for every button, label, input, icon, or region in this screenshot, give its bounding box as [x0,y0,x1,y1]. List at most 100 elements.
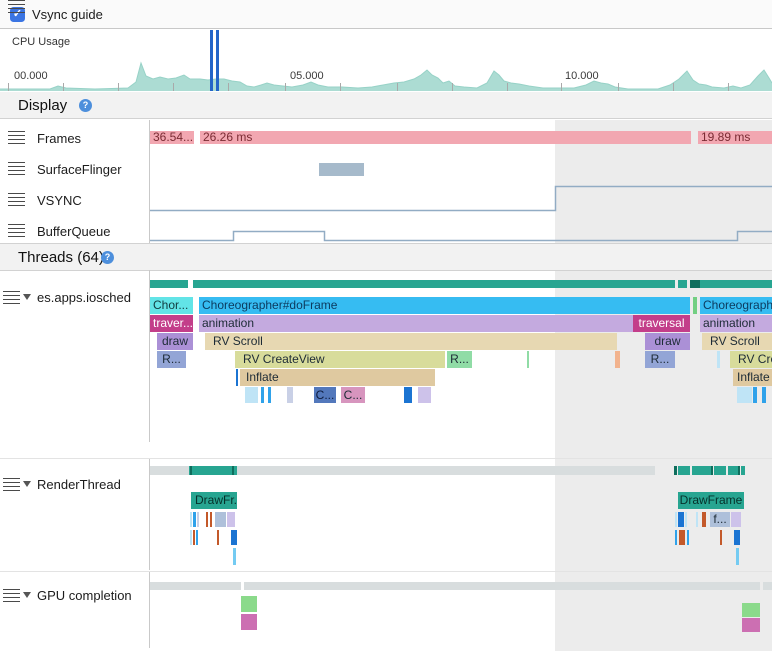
trace-bar[interactable]: Inflate [733,369,772,386]
thread-state-segment[interactable] [692,466,711,475]
thread-state-segment[interactable] [700,280,772,288]
frame-bar[interactable]: 26.26 ms [200,131,691,144]
trace-bar[interactable] [685,512,687,527]
trace-bar[interactable] [245,387,258,403]
frame-bar[interactable]: 19.89 ms [698,131,772,144]
trace-bar[interactable] [762,387,766,403]
trace-bar[interactable] [196,530,198,545]
trace-bar[interactable] [261,387,264,403]
trace-bar[interactable]: traver... [150,315,193,332]
trace-bar[interactable] [734,530,740,545]
trace-bar[interactable]: draw [157,333,193,350]
trace-bar[interactable] [702,512,706,527]
trace-bar[interactable]: DrawFrame [678,492,744,509]
thread-state-segment[interactable] [714,466,726,475]
trace-bar[interactable] [615,351,620,368]
trace-bar[interactable]: R... [645,351,675,368]
trace-bar[interactable] [210,512,212,527]
trace-bar[interactable]: R... [157,351,186,368]
trace-bar[interactable]: Choreographer#doFrame [199,297,690,314]
bufferqueue-drag-handle[interactable] [8,0,25,13]
threads-help-icon[interactable]: ? [101,251,114,264]
trace-bar[interactable] [687,530,689,545]
trace-bar[interactable] [287,387,293,403]
thread-state-segment[interactable] [232,466,234,475]
trace-bar[interactable] [236,369,238,386]
trace-bar[interactable]: C... [314,387,336,403]
trace-bar[interactable] [675,530,677,545]
surfaceflinger-bar[interactable] [319,163,364,176]
trace-bar[interactable]: animation [700,315,772,332]
trace-bar[interactable]: RV CreateView [235,351,445,368]
gpu-completion-drag-handle[interactable] [3,589,20,602]
trace-bar[interactable]: f... [710,512,730,527]
gpu-completion-collapse-arrow[interactable] [23,592,31,598]
trace-bar[interactable] [675,512,677,527]
trace-bar[interactable]: Chor... [150,297,193,314]
thread-state-segment[interactable] [728,466,738,475]
trace-bar[interactable] [190,530,192,545]
thread-state-segment[interactable] [150,582,241,590]
trace-bar[interactable]: Choreographer#doFrame [700,297,772,314]
thread-state-segment[interactable] [193,280,675,288]
thread-state-segment[interactable] [674,466,677,475]
trace-bar[interactable] [231,530,237,545]
trace-bar[interactable] [418,387,431,403]
surfaceflinger-drag-handle[interactable] [8,162,25,175]
gpu-event[interactable] [742,618,760,632]
thread-state-segment[interactable] [738,466,740,475]
renderthread-drag-handle[interactable] [3,478,20,491]
gpu-event[interactable] [742,603,760,617]
trace-bar[interactable] [227,512,235,527]
trace-bar[interactable]: RV Scroll [702,333,772,350]
thread-state-segment[interactable] [741,466,745,475]
trace-bar[interactable] [679,530,685,545]
trace-bar[interactable]: Inflate [240,369,435,386]
trace-bar[interactable] [404,387,412,403]
vsync-drag-handle[interactable] [8,193,25,206]
trace-bar[interactable]: RV Crea... [730,351,772,368]
trace-bar[interactable] [737,387,752,403]
thread-state-segment[interactable] [244,582,760,590]
thread-state-segment[interactable] [150,280,188,288]
trace-bar[interactable] [693,297,697,314]
thread-state-segment[interactable] [678,280,687,288]
gpu-event[interactable] [241,614,257,630]
iosched-collapse-arrow[interactable] [23,294,31,300]
trace-bar[interactable]: R... [447,351,472,368]
trace-bar[interactable] [193,512,196,527]
trace-bar[interactable] [720,530,722,545]
trace-bar[interactable] [717,351,720,368]
trace-bar[interactable]: DrawFr... [191,492,237,509]
trace-bar[interactable] [217,530,219,545]
trace-bar[interactable] [197,512,199,527]
thread-state-segment[interactable] [190,466,192,475]
thread-state-segment[interactable] [189,466,237,475]
thread-state-segment[interactable] [690,280,700,288]
trace-bar[interactable] [678,512,684,527]
gpu-event[interactable] [241,596,257,612]
frame-bar[interactable]: 36.54... [150,131,194,144]
trace-bar[interactable] [193,530,195,545]
trace-bar[interactable]: C... [341,387,365,403]
iosched-drag-handle[interactable] [3,291,20,304]
trace-bar[interactable]: RV Scroll [205,333,617,350]
bufferqueue-drag-handle[interactable] [8,224,25,237]
trace-bar[interactable] [190,512,192,527]
trace-bar[interactable] [206,512,208,527]
trace-bar[interactable]: traversal [633,315,690,332]
frames-drag-handle[interactable] [8,131,25,144]
trace-bar[interactable] [696,512,698,527]
thread-state-segment[interactable] [678,466,690,475]
trace-bar[interactable] [736,548,739,565]
trace-bar[interactable] [215,512,226,527]
trace-bar[interactable] [233,548,236,565]
trace-bar[interactable] [268,387,271,403]
trace-bar[interactable] [731,512,741,527]
thread-state-segment[interactable] [711,466,713,475]
trace-bar[interactable] [753,387,757,403]
trace-bar[interactable]: animation [199,315,633,332]
trace-bar[interactable]: draw [645,333,690,350]
trace-bar[interactable] [527,351,529,368]
renderthread-collapse-arrow[interactable] [23,481,31,487]
